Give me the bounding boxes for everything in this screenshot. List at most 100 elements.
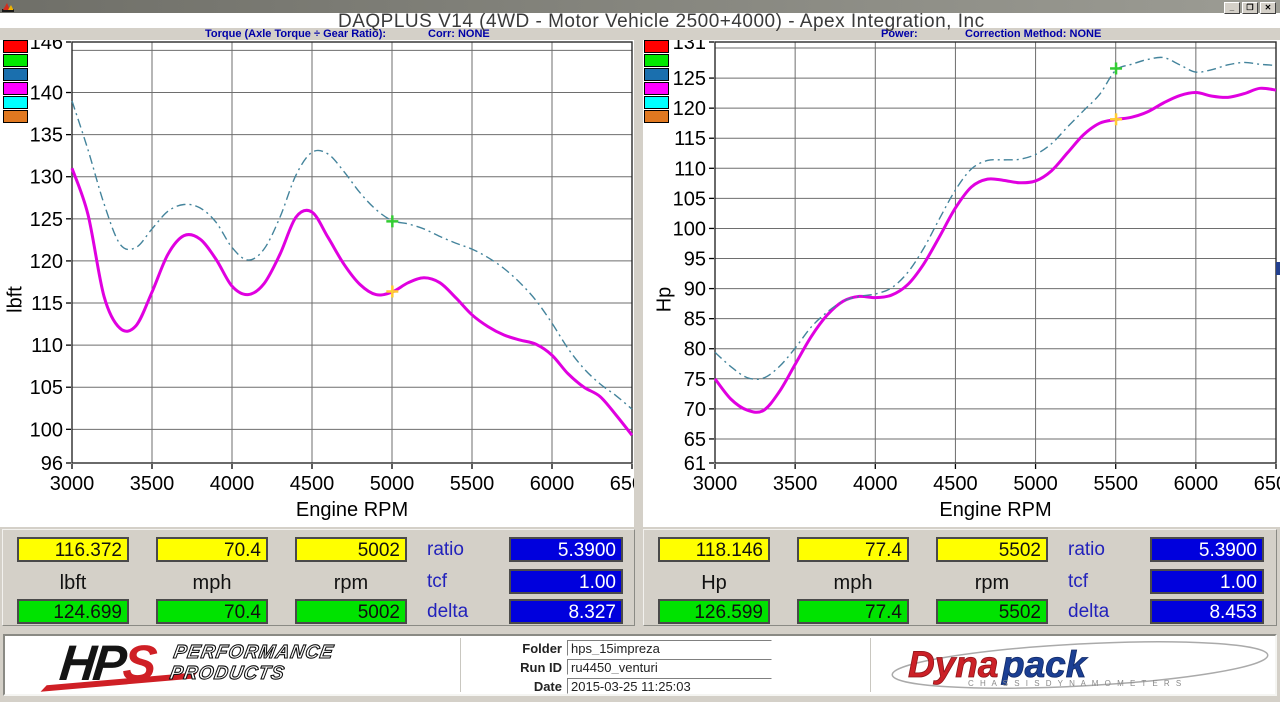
tcf-label: tcf <box>427 571 499 593</box>
svg-text:70: 70 <box>684 399 706 421</box>
power-chart-panel: Hp 6165707580859095100105110115120125131… <box>643 40 1280 527</box>
speed-secondary-value: 77.4 <box>797 599 909 624</box>
svg-text:61: 61 <box>684 453 706 475</box>
legend-swatch-2[interactable] <box>644 68 669 81</box>
svg-text:65: 65 <box>684 429 706 451</box>
legend-swatch-0[interactable] <box>644 40 669 53</box>
legend-swatch-1[interactable] <box>644 54 669 67</box>
delta-value: 8.327 <box>509 599 623 624</box>
ratio-label: ratio <box>427 539 499 561</box>
svg-text:4000: 4000 <box>853 473 898 495</box>
run-id-label: Run ID <box>485 660 567 675</box>
power-primary-value: 118.146 <box>658 537 770 562</box>
legend-swatch-1[interactable] <box>3 54 28 67</box>
svg-text:4500: 4500 <box>290 473 335 495</box>
close-button[interactable]: ✕ <box>1260 2 1276 14</box>
svg-text:3000: 3000 <box>50 473 95 495</box>
svg-text:95: 95 <box>684 249 706 271</box>
torque-unit-label: lbft <box>17 572 129 595</box>
legend-swatch-5[interactable] <box>3 110 28 123</box>
legend-swatch-3[interactable] <box>644 82 669 95</box>
svg-text:6000: 6000 <box>1174 473 1219 495</box>
svg-text:120: 120 <box>30 251 63 273</box>
svg-text:3500: 3500 <box>130 473 175 495</box>
svg-text:115: 115 <box>31 293 63 315</box>
torque-legend-swatches <box>3 40 28 123</box>
tcf-label: tcf <box>1068 571 1140 593</box>
svg-text:5000: 5000 <box>1013 473 1058 495</box>
delta-value: 8.453 <box>1150 599 1264 624</box>
ratio-value: 5.3900 <box>509 537 623 562</box>
svg-text:140: 140 <box>30 83 63 105</box>
window-controls: _ ❐ ✕ <box>1224 2 1276 14</box>
svg-text:125: 125 <box>30 209 63 231</box>
folder-input[interactable] <box>567 640 772 656</box>
svg-text:6500: 6500 <box>1254 473 1280 495</box>
torque-secondary-value: 124.699 <box>17 599 129 624</box>
footer-panel: HPS PERFORMANCE PRODUCTS Folder Run ID D… <box>3 634 1277 696</box>
svg-text:96: 96 <box>41 453 63 475</box>
svg-text:100: 100 <box>30 419 63 441</box>
rpm-secondary-value: 5502 <box>936 599 1048 624</box>
svg-text:Engine RPM: Engine RPM <box>296 499 408 521</box>
svg-text:80: 80 <box>684 339 706 361</box>
svg-text:115: 115 <box>674 128 706 150</box>
speed-unit-label: mph <box>156 572 268 595</box>
svg-text:3000: 3000 <box>693 473 738 495</box>
power-chart[interactable]: 6165707580859095100105110115120125131300… <box>643 40 1280 527</box>
delta-label: delta <box>1068 601 1140 623</box>
svg-text:6000: 6000 <box>530 473 575 495</box>
run-id-input[interactable] <box>567 659 772 675</box>
legend-swatch-0[interactable] <box>3 40 28 53</box>
torque-readout-panel: 116.372 70.4 5002 lbft mph rpm 124.699 7… <box>2 529 635 626</box>
minimize-button[interactable]: _ <box>1224 2 1240 14</box>
svg-text:110: 110 <box>674 158 706 180</box>
svg-text:75: 75 <box>684 369 706 391</box>
legend-swatch-4[interactable] <box>3 96 28 109</box>
svg-text:146: 146 <box>30 40 63 54</box>
svg-text:85: 85 <box>684 309 706 331</box>
tcf-value: 1.00 <box>1150 569 1264 594</box>
hps-logo: HPS PERFORMANCE PRODUCTS <box>60 638 332 688</box>
svg-text:6500: 6500 <box>610 473 634 495</box>
svg-text:100: 100 <box>673 218 706 240</box>
svg-text:5500: 5500 <box>1093 473 1138 495</box>
rpm-unit-label: rpm <box>936 572 1048 595</box>
page-title: DAQPLUS V14 (4WD - Motor Vehicle 2500+40… <box>338 11 985 33</box>
clipped-window-artifact <box>1276 262 1280 275</box>
svg-text:4000: 4000 <box>210 473 255 495</box>
speed-secondary-value: 70.4 <box>156 599 268 624</box>
svg-text:110: 110 <box>31 335 63 357</box>
speed-primary-value: 77.4 <box>797 537 909 562</box>
svg-text:125: 125 <box>673 68 706 90</box>
svg-text:105: 105 <box>673 188 706 210</box>
date-label: Date <box>485 679 567 694</box>
rpm-primary-value: 5002 <box>295 537 407 562</box>
rpm-secondary-value: 5002 <box>295 599 407 624</box>
power-unit-label: Hp <box>658 572 770 595</box>
ratio-value: 5.3900 <box>1150 537 1264 562</box>
legend-swatch-4[interactable] <box>644 96 669 109</box>
torque-chart-panel: lbft 96100105110115120125130135140146300… <box>0 40 634 527</box>
dynapack-logo-subtitle: C H A S S I S D Y N A M O M E T E R S <box>968 679 1183 688</box>
svg-text:5000: 5000 <box>370 473 415 495</box>
date-input[interactable] <box>567 678 772 694</box>
tcf-value: 1.00 <box>509 569 623 594</box>
speed-unit-label: mph <box>797 572 909 595</box>
hps-logo-line1: PERFORMANCE <box>172 642 336 663</box>
restore-button[interactable]: ❐ <box>1242 2 1258 14</box>
svg-text:Engine RPM: Engine RPM <box>939 499 1051 521</box>
svg-text:105: 105 <box>30 377 63 399</box>
svg-text:90: 90 <box>684 279 706 301</box>
speed-primary-value: 70.4 <box>156 537 268 562</box>
rpm-unit-label: rpm <box>295 572 407 595</box>
delta-label: delta <box>427 601 499 623</box>
legend-swatch-3[interactable] <box>3 82 28 95</box>
power-header-corr: Correction Method: NONE <box>965 28 1101 40</box>
power-legend-swatches <box>644 40 669 123</box>
footer-divider <box>870 638 871 692</box>
dynapack-logo: Dyna pack C H A S S I S D Y N A M O M E … <box>880 637 1275 693</box>
legend-swatch-5[interactable] <box>644 110 669 123</box>
legend-swatch-2[interactable] <box>3 68 28 81</box>
torque-chart[interactable]: 9610010511011512012513013514014630003500… <box>0 40 634 527</box>
